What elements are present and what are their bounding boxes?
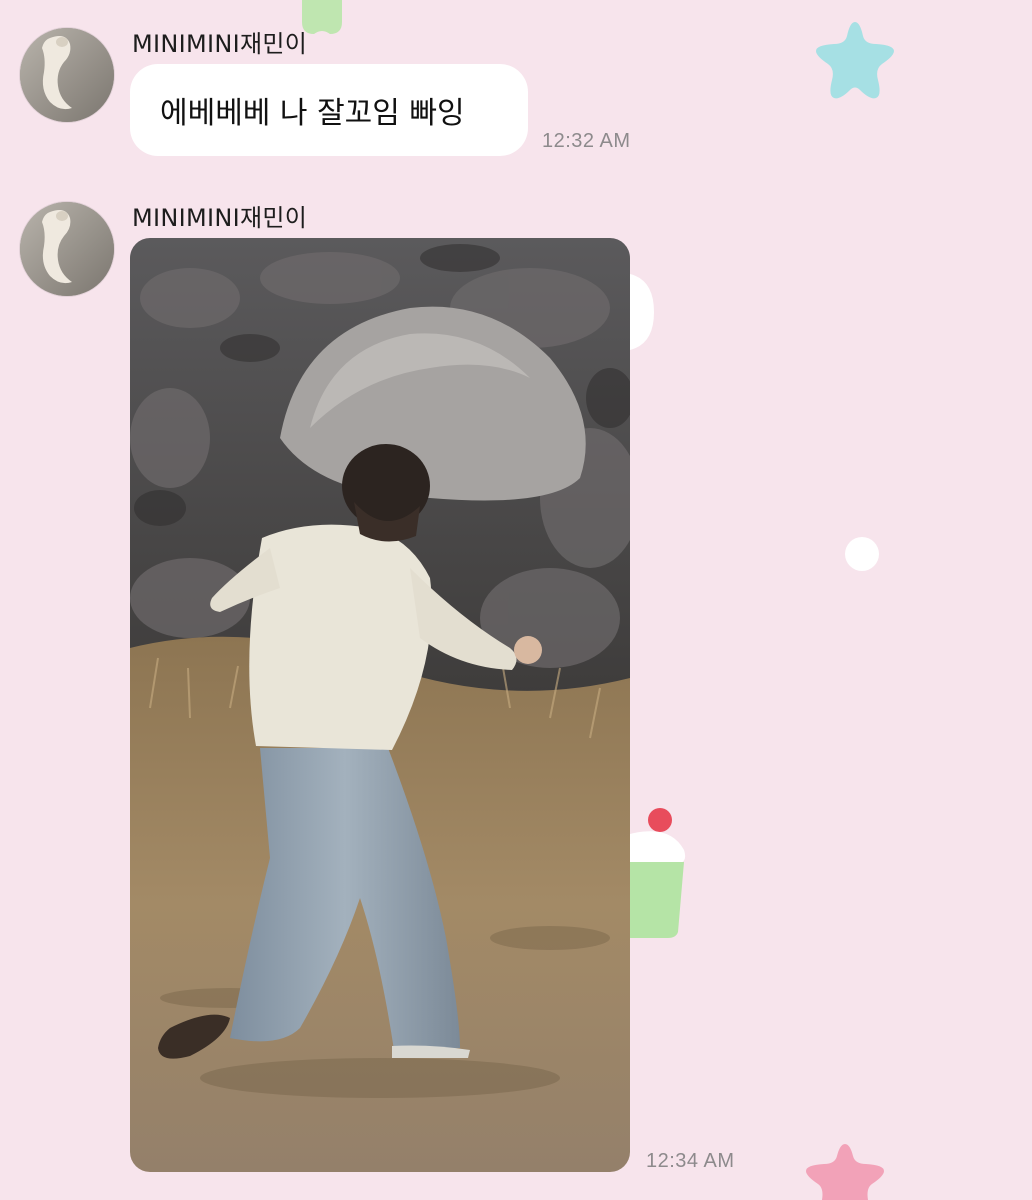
message-timestamp: 12:32 AM — [542, 130, 631, 152]
dot-icon — [845, 537, 879, 571]
sender-name: MINIMINI재민이 — [132, 204, 308, 232]
avatar[interactable] — [20, 28, 114, 122]
cat-figurine-avatar-image — [20, 28, 114, 122]
message-bubble[interactable]: 에베베베 나 잘꼬임 빠잉 — [130, 64, 528, 156]
photo-attachment[interactable] — [130, 238, 630, 1172]
avatar[interactable] — [20, 202, 114, 296]
cat-figurine-avatar-image — [20, 202, 114, 296]
message-text: 에베베베 나 잘꼬임 빠잉 — [160, 96, 465, 131]
photo-image — [130, 238, 630, 1172]
star-sticker-icon — [816, 22, 894, 99]
pink-star-decoration — [806, 1144, 884, 1200]
cupcake-sticker-icon — [630, 808, 686, 938]
sender-name: MINIMINI재민이 — [132, 30, 308, 58]
message-timestamp: 12:34 AM — [646, 1150, 735, 1172]
white-half-circle-decoration — [630, 274, 654, 350]
